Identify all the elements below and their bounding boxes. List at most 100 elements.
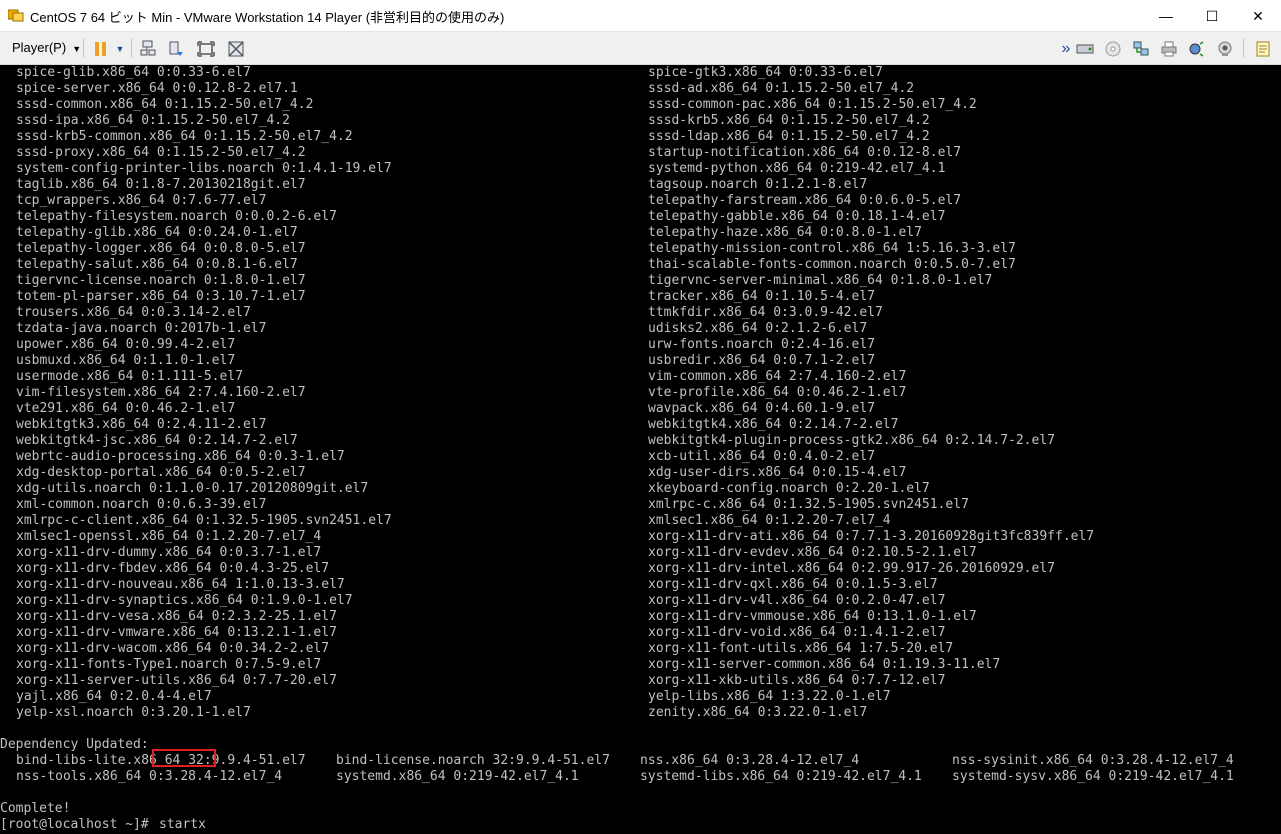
package-line: telepathy-salut.x86_64 0:0.8.1-6.el7	[16, 257, 298, 272]
package-line: vte291.x86_64 0:0.46.2-1.el7	[16, 401, 236, 416]
package-line: telepathy-gabble.x86_64 0:0.18.1-4.el7	[648, 209, 946, 224]
package-line: ttmkfdir.x86_64 0:3.0.9-42.el7	[648, 305, 883, 320]
package-line: trousers.x86_64 0:0.3.14-2.el7	[16, 305, 251, 320]
webcam-device-button[interactable]	[1215, 39, 1235, 59]
full-screen-button[interactable]	[196, 39, 216, 59]
command-input[interactable]: startx	[159, 817, 206, 833]
package-line: xorg-x11-fonts-Type1.noarch 0:7.5-9.el7	[16, 657, 322, 672]
network-adapter-device-button[interactable]	[1131, 39, 1151, 59]
package-line: system-config-printer-libs.noarch 0:1.4.…	[16, 161, 392, 176]
package-line: xdg-desktop-portal.x86_64 0:0.5-2.el7	[16, 465, 306, 480]
complete-message: Complete!	[0, 801, 71, 816]
package-line: vim-filesystem.x86_64 2:7.4.160-2.el7	[16, 385, 306, 400]
hard-disk-device-button[interactable]	[1075, 39, 1095, 59]
package-line: xorg-x11-drv-nouveau.x86_64 1:1.0.13-3.e…	[16, 577, 345, 592]
package-line: upower.x86_64 0:0.99.4-2.el7	[16, 337, 236, 352]
package-line: xorg-x11-drv-wacom.x86_64 0:0.34.2-2.el7	[16, 641, 330, 656]
dependency-item: bind-license.noarch 32:9.9.4-51.el7	[336, 753, 610, 768]
package-line: totem-pl-parser.x86_64 0:3.10.7-1.el7	[16, 289, 306, 304]
player-menu-button[interactable]: Player(P) ▼	[12, 40, 81, 55]
package-line: telepathy-farstream.x86_64 0:0.6.0-5.el7	[648, 193, 962, 208]
package-line: xdg-user-dirs.x86_64 0:0.15-4.el7	[648, 465, 907, 480]
package-line: xorg-x11-drv-synaptics.x86_64 0:1.9.0-1.…	[16, 593, 353, 608]
player-menu-label: Player(P)	[12, 40, 67, 55]
package-line: xorg-x11-drv-vmmouse.x86_64 0:13.1.0-1.e…	[648, 609, 977, 624]
pause-icon	[95, 42, 106, 56]
package-line: spice-gtk3.x86_64 0:0.33-6.el7	[648, 65, 883, 80]
package-line: tagsoup.noarch 0:1.2.1-8.el7	[648, 177, 868, 192]
command-highlight	[152, 749, 216, 767]
package-line: telepathy-logger.x86_64 0:0.8.0-5.el7	[16, 241, 306, 256]
package-line: usbmuxd.x86_64 0:1.1.0-1.el7	[16, 353, 236, 368]
package-line: tracker.x86_64 0:1.10.5-4.el7	[648, 289, 875, 304]
package-line: telepathy-glib.x86_64 0:0.24.0-1.el7	[16, 225, 298, 240]
package-line: xorg-x11-drv-vmware.x86_64 0:13.2.1-1.el…	[16, 625, 337, 640]
package-line: xorg-x11-drv-vesa.x86_64 0:2.3.2-25.1.el…	[16, 609, 337, 624]
fullscreen-icon	[197, 41, 215, 57]
package-line: sssd-ipa.x86_64 0:1.15.2-50.el7_4.2	[16, 113, 290, 128]
package-line: xml-common.noarch 0:0.6.3-39.el7	[16, 497, 267, 512]
package-line: telepathy-mission-control.x86_64 1:5.16.…	[648, 241, 1016, 256]
package-line: xorg-x11-drv-evdev.x86_64 0:2.10.5-2.1.e…	[648, 545, 977, 560]
package-line: xorg-x11-drv-ati.x86_64 0:7.7.1-3.201609…	[648, 529, 1095, 544]
package-line: sssd-krb5-common.x86_64 0:1.15.2-50.el7_…	[16, 129, 353, 144]
send-ctrl-alt-del-button[interactable]	[138, 39, 158, 59]
package-line: spice-glib.x86_64 0:0.33-6.el7	[16, 65, 251, 80]
package-line: tigervnc-license.noarch 0:1.8.0-1.el7	[16, 273, 306, 288]
vmware-app-icon	[7, 8, 24, 22]
package-line: xorg-x11-server-utils.x86_64 0:7.7-20.el…	[16, 673, 337, 688]
package-line: xmlrpc-c-client.x86_64 0:1.32.5-1905.svn…	[16, 513, 392, 528]
package-line: xdg-utils.noarch 0:1.1.0-0.17.20120809gi…	[16, 481, 369, 496]
pause-dropdown-button[interactable]: ▼	[113, 39, 127, 59]
package-line: telepathy-filesystem.noarch 0:0.0.2-6.el…	[16, 209, 337, 224]
package-line: usbredir.x86_64 0:0.7.1-2.el7	[648, 353, 875, 368]
minimize-button[interactable]: —	[1143, 0, 1189, 32]
package-line: telepathy-haze.x86_64 0:0.8.0-1.el7	[648, 225, 922, 240]
package-line: xmlsec1-openssl.x86_64 0:1.2.20-7.el7_4	[16, 529, 322, 544]
unity-icon	[228, 41, 244, 57]
package-line: webkitgtk3.x86_64 0:2.4.11-2.el7	[16, 417, 267, 432]
network-adapter-icon	[1133, 41, 1149, 56]
vm-console[interactable]: spice-glib.x86_64 0:0.33-6.el7 spice-serv…	[0, 65, 1281, 834]
window-title: CentOS 7 64 ビット Min - VMware Workstation…	[30, 10, 505, 25]
package-line: thai-scalable-fonts-common.noarch 0:0.5.…	[648, 257, 1016, 272]
package-line: xorg-x11-drv-void.x86_64 0:1.4.1-2.el7	[648, 625, 946, 640]
package-line: vim-common.x86_64 2:7.4.160-2.el7	[648, 369, 907, 384]
package-line: webkitgtk4.x86_64 0:2.14.7-2.el7	[648, 417, 899, 432]
cd-dvd-device-button[interactable]	[1103, 39, 1123, 59]
sound-card-device-button[interactable]	[1187, 39, 1207, 59]
toolbar-divider	[1243, 38, 1244, 58]
removable-devices-button[interactable]	[166, 39, 186, 59]
package-line: yelp-libs.x86_64 1:3.22.0-1.el7	[648, 689, 891, 704]
minimize-icon: —	[1159, 8, 1173, 24]
printer-device-button[interactable]	[1159, 39, 1179, 59]
package-line: urw-fonts.noarch 0:2.4-16.el7	[648, 337, 875, 352]
package-line: xorg-x11-drv-intel.x86_64 0:2.99.917-26.…	[648, 561, 1055, 576]
shell-prompt: [root@localhost ~]#	[0, 817, 149, 832]
package-line: xorg-x11-server-common.x86_64 0:1.19.3-1…	[648, 657, 1001, 672]
package-line: webrtc-audio-processing.x86_64 0:0.3-1.e…	[16, 449, 345, 464]
package-line: spice-server.x86_64 0:0.12.8-2.el7.1	[16, 81, 298, 96]
pause-button[interactable]	[91, 39, 111, 59]
dependency-item: systemd.x86_64 0:219-42.el7_4.1	[336, 769, 579, 784]
message-log-button[interactable]	[1253, 39, 1273, 59]
package-line: xorg-x11-drv-dummy.x86_64 0:0.3.7-1.el7	[16, 545, 322, 560]
dependency-item: systemd-libs.x86_64 0:219-42.el7_4.1	[640, 769, 922, 784]
package-line: xorg-x11-xkb-utils.x86_64 0:7.7-12.el7	[648, 673, 946, 688]
dependency-item: nss.x86_64 0:3.28.4-12.el7_4	[640, 753, 860, 768]
package-line: taglib.x86_64 0:1.8-7.20130218git.el7	[16, 177, 306, 192]
expand-devices-button[interactable]: »	[1056, 39, 1076, 59]
package-line: tcp_wrappers.x86_64 0:7.6-77.el7	[16, 193, 267, 208]
double-chevron-icon: »	[1061, 40, 1071, 57]
hard-disk-icon	[1076, 44, 1094, 54]
unity-button[interactable]	[226, 39, 246, 59]
sound-card-icon	[1189, 41, 1204, 57]
toolbar-divider	[83, 38, 84, 58]
package-line: xorg-x11-drv-v4l.x86_64 0:0.2.0-47.el7	[648, 593, 946, 608]
package-line: udisks2.x86_64 0:2.1.2-6.el7	[648, 321, 868, 336]
package-line: sssd-ldap.x86_64 0:1.15.2-50.el7_4.2	[648, 129, 930, 144]
package-line: xcb-util.x86_64 0:0.4.0-2.el7	[648, 449, 875, 464]
maximize-button[interactable]: ☐	[1189, 0, 1235, 32]
close-button[interactable]: ✕	[1235, 0, 1281, 32]
package-line: sssd-common.x86_64 0:1.15.2-50.el7_4.2	[16, 97, 314, 112]
